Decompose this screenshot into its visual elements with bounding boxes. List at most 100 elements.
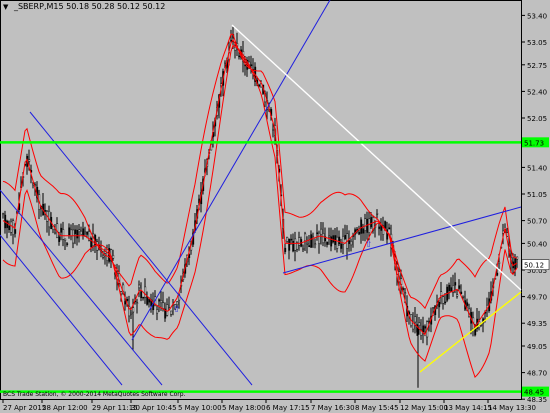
candle-body	[126, 298, 129, 301]
candle-body	[286, 236, 289, 242]
y-tick-label: 50.40	[527, 240, 547, 248]
candle-body	[376, 213, 379, 215]
candle-body	[404, 292, 407, 294]
candle-body	[304, 233, 307, 242]
bollinger-middle-band	[2, 39, 518, 336]
y-tick-label: 48.70	[527, 370, 547, 378]
candle-body	[112, 255, 115, 259]
trendline-channel-2	[29, 111, 253, 386]
candle-body	[102, 255, 105, 258]
candle-body	[448, 284, 451, 291]
y-tick-label: 49.35	[527, 320, 547, 328]
x-tick-label: 8 May 15:45	[355, 404, 399, 412]
candle-body	[138, 284, 141, 289]
candle-body	[160, 300, 163, 304]
candle-body	[10, 221, 13, 233]
candle-body	[384, 221, 387, 229]
candle-body	[364, 218, 367, 231]
candle-body	[148, 298, 151, 303]
y-tick-label: 51.05	[527, 191, 547, 199]
y-tick-label: 53.05	[527, 39, 547, 47]
candle-body	[496, 272, 499, 276]
candle-body	[362, 228, 365, 234]
candle-body	[306, 242, 309, 245]
candle-body	[442, 296, 445, 304]
candle-body	[82, 228, 85, 236]
candle-body	[166, 304, 169, 316]
candle-body	[130, 312, 133, 315]
y-tick-label: 52.75	[527, 62, 547, 70]
x-tick-label: 6 May 17:15	[266, 404, 310, 412]
copyright-footer: BCS Trade Station, © 2000-2014 MetaQuote…	[3, 391, 186, 398]
x-tick-label: 5 May 10:00	[178, 404, 222, 412]
current-price-label: 50.12	[524, 262, 544, 270]
candle-body	[444, 301, 447, 304]
candle-body	[60, 227, 63, 233]
bollinger-upper-band	[2, 33, 518, 310]
candle-body	[358, 231, 361, 235]
candle-body	[440, 291, 443, 296]
candle-body	[322, 233, 325, 244]
candle-body	[302, 248, 305, 250]
candle-body	[298, 237, 301, 246]
candle-body	[422, 325, 425, 333]
candle-body	[54, 232, 57, 234]
candle-body	[292, 241, 295, 252]
candle-body	[234, 46, 237, 51]
candle-body	[74, 229, 77, 234]
candle-body	[8, 225, 11, 230]
candle-body	[66, 243, 69, 245]
candle-body	[456, 294, 459, 297]
dropdown-arrow-icon[interactable]: ▼	[3, 3, 8, 11]
candle-body	[414, 316, 417, 323]
candle-body	[14, 229, 17, 234]
candle-body	[284, 247, 287, 252]
candle-body	[288, 238, 291, 251]
candle-body	[68, 227, 71, 236]
candle-body	[90, 237, 93, 247]
candle-body	[316, 232, 319, 234]
candle-body	[424, 326, 427, 329]
candle-body	[28, 159, 31, 162]
candle-body	[454, 282, 457, 286]
candle-body	[344, 235, 347, 239]
candle-body	[360, 219, 363, 234]
symbol-label: _SBERP,M15	[13, 2, 64, 11]
candle-body	[170, 310, 173, 315]
candle-body	[460, 291, 463, 295]
candle-body	[64, 238, 67, 241]
x-tick-label: 28 Apr 12:00	[42, 404, 88, 412]
candle-body	[238, 55, 241, 58]
candle-body	[378, 226, 381, 229]
candle-body	[370, 217, 373, 228]
candle-body	[290, 238, 293, 241]
chart-canvas[interactable]: 53.4053.0552.7552.4052.0551.7551.4051.05…	[0, 0, 550, 413]
candle-body	[310, 234, 313, 248]
candle-body	[140, 291, 143, 299]
candle-body	[326, 241, 329, 245]
x-tick-label: 30 Apr 10:45	[131, 404, 177, 412]
candle-body	[162, 302, 165, 309]
candle-body	[80, 230, 83, 235]
y-tick-label: 52.05	[527, 115, 547, 123]
y-tick-label: 50.70	[527, 218, 547, 226]
candle-body	[62, 229, 65, 240]
candle-body	[432, 307, 435, 309]
candle-body	[106, 249, 109, 261]
candle-body	[6, 220, 9, 228]
candle-body	[70, 229, 73, 237]
candle-body	[144, 286, 147, 298]
bollinger-lower-band	[2, 44, 518, 379]
candle-body	[350, 240, 353, 246]
candle-body	[402, 288, 405, 290]
candle-body	[318, 232, 321, 244]
candle-body	[78, 229, 81, 233]
y-tick-label: 52.40	[527, 88, 547, 96]
price-chart[interactable]: 53.4053.0552.7552.4052.0551.7551.4051.05…	[0, 0, 550, 413]
candle-body	[84, 231, 87, 234]
candle-body	[368, 218, 371, 233]
x-tick-label: 7 May 16:30	[311, 404, 355, 412]
trendline-channel-1	[0, 189, 163, 386]
candle-body	[294, 238, 297, 251]
level-price-label: 51.73	[524, 139, 544, 147]
